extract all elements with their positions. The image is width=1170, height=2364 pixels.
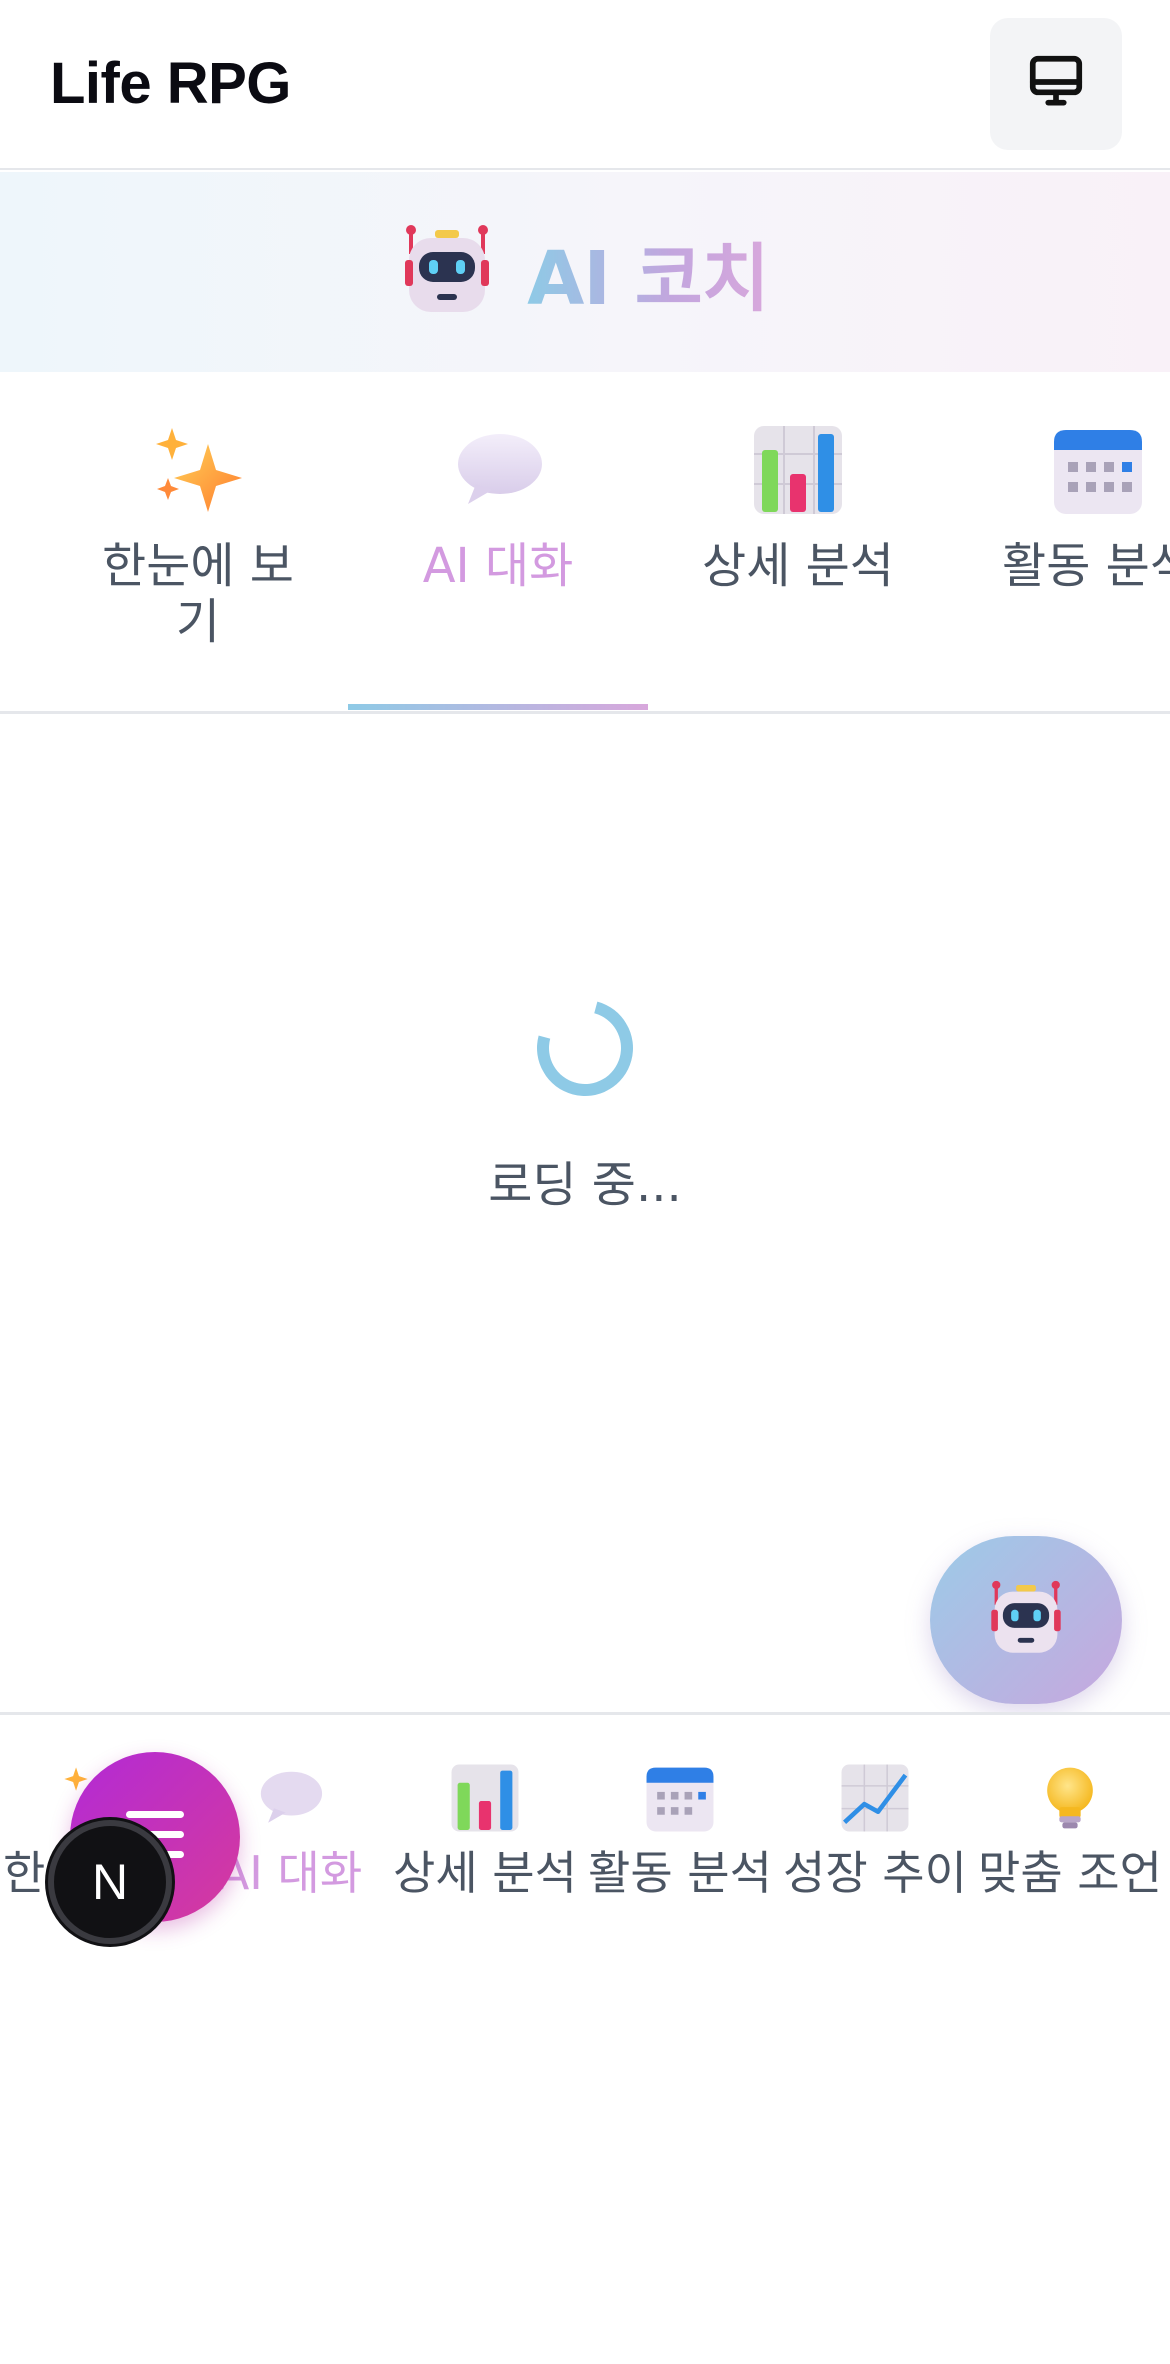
bottom-nav-label: 맞춤 조언 — [978, 1846, 1162, 1900]
robot-icon — [988, 1580, 1064, 1660]
tab-ai-chat[interactable]: AI 대화 — [348, 372, 648, 711]
bar-chart-icon — [752, 424, 844, 520]
tab-label: 활동 분석 — [1002, 538, 1170, 594]
trend-chart-icon — [840, 1763, 910, 1837]
ai-coach-fab[interactable] — [930, 1536, 1122, 1704]
badge-letter: N — [91, 1854, 129, 1910]
tab-activity-analysis[interactable]: 활동 분석 — [948, 372, 1170, 711]
robot-icon — [401, 224, 493, 320]
tab-label: AI 대화 — [422, 538, 574, 594]
loading-spinner — [519, 982, 651, 1114]
banner-title: AI 코치 — [527, 219, 770, 326]
bottom-nav-growth-trend[interactable]: 성장 추이 — [780, 1763, 970, 1897]
app-header: Life RPG — [0, 0, 1170, 170]
calendar-icon — [645, 1763, 715, 1837]
tab-label: 한눈에 보기 — [102, 538, 294, 650]
bar-chart-icon — [450, 1763, 520, 1837]
speech-bubble-icon — [255, 1763, 325, 1837]
bottom-nav-label: 활동 분석 — [588, 1846, 772, 1900]
monitor-icon — [1025, 51, 1087, 117]
n-badge-button[interactable]: N — [48, 1820, 172, 1944]
tab-detail-analysis[interactable]: 상세 분석 — [648, 372, 948, 711]
bottom-nav-advice[interactable]: 맞춤 조언 — [975, 1763, 1165, 1897]
ai-coach-banner: AI 코치 — [0, 172, 1170, 372]
bottom-nav-label: 성장 추이 — [783, 1846, 967, 1900]
speech-bubble-icon — [450, 422, 546, 522]
loading-indicator: 로딩 중... — [0, 982, 1170, 1230]
desktop-view-button[interactable] — [990, 18, 1122, 150]
section-tabs: 한눈에 보기 AI 대화 상세 분석 활동 분 — [0, 372, 1170, 714]
calendar-icon — [1052, 424, 1144, 520]
tab-overview[interactable]: 한눈에 보기 — [48, 372, 348, 711]
tab-label: 상세 분석 — [702, 538, 894, 594]
active-tab-indicator — [348, 704, 648, 710]
sparkles-icon — [150, 422, 246, 522]
app-title: Life RPG — [50, 51, 291, 116]
lightbulb-icon — [1035, 1763, 1105, 1837]
loading-text: 로딩 중... — [488, 1157, 682, 1213]
bottom-nav-detail-analysis[interactable]: 상세 분석 — [390, 1763, 580, 1897]
bottom-nav-activity-analysis[interactable]: 활동 분석 — [585, 1763, 775, 1897]
bottom-nav-label: 상세 분석 — [393, 1846, 577, 1900]
